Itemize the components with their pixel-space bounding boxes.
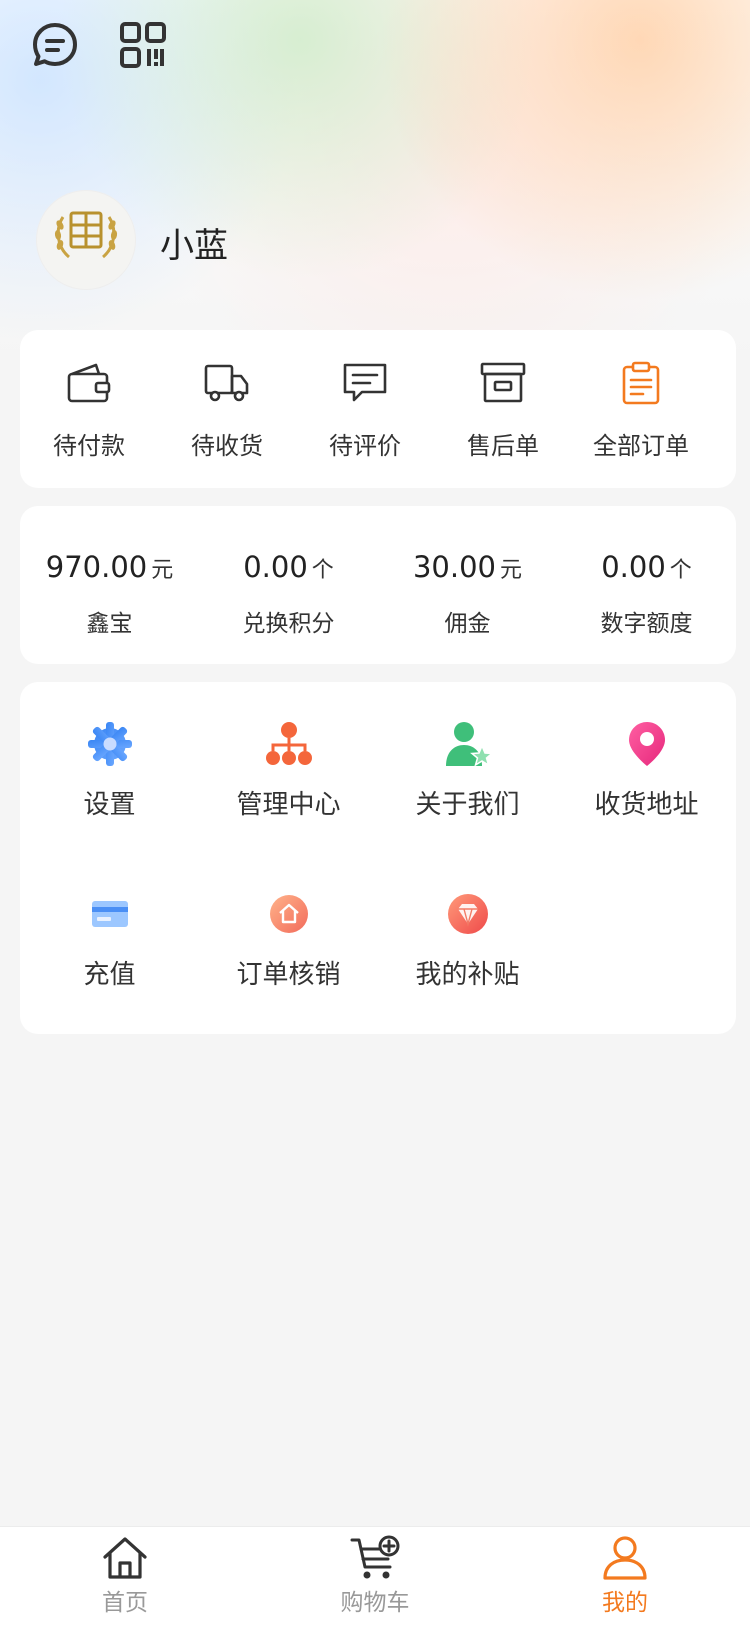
service-about-us[interactable]: 关于我们 bbox=[378, 718, 557, 821]
asset-label: 兑换积分 bbox=[242, 611, 335, 637]
asset-value: 0.00 bbox=[601, 550, 666, 584]
qrcode-icon[interactable] bbox=[118, 20, 168, 70]
store-icon bbox=[269, 888, 309, 940]
asset-value: 0.00 bbox=[243, 550, 308, 584]
asset-digital-quota[interactable]: 0.00 个 数字额度 bbox=[557, 550, 736, 638]
asset-unit: 个 bbox=[669, 558, 692, 583]
order-item-label: 待评价 bbox=[329, 432, 401, 460]
service-shipping-address[interactable]: 收货地址 bbox=[557, 718, 736, 821]
home-icon bbox=[103, 1537, 147, 1579]
order-item-all-orders[interactable]: 全部订单 bbox=[576, 352, 706, 472]
service-label: 我的补贴 bbox=[415, 960, 520, 990]
service-label: 订单核销 bbox=[236, 960, 341, 990]
asset-label: 数字额度 bbox=[600, 611, 693, 637]
tab-mine[interactable]: 我的 bbox=[500, 1535, 750, 1617]
tab-home[interactable]: 首页 bbox=[0, 1535, 250, 1617]
gear-icon bbox=[87, 718, 133, 770]
assets-card: 970.00 元 鑫宝 0.00 个 兑换积分 30.00 元 佣金 0.00 个 数字… bbox=[20, 506, 736, 664]
asset-label: 鑫宝 bbox=[86, 611, 133, 637]
order-item-label: 待收货 bbox=[191, 432, 263, 460]
avatar[interactable] bbox=[36, 190, 136, 290]
asset-unit: 元 bbox=[151, 558, 174, 583]
order-status-card: 待付款 待收货 待评价 售后单 全部订单 bbox=[20, 330, 736, 488]
service-label: 设置 bbox=[83, 790, 136, 820]
order-item-pending-receipt[interactable]: 待收货 bbox=[162, 352, 292, 472]
asset-commission[interactable]: 30.00 元 佣金 bbox=[378, 550, 557, 638]
asset-value: 30.00 bbox=[412, 550, 496, 584]
service-label: 关于我们 bbox=[415, 790, 520, 820]
asset-label: 佣金 bbox=[444, 611, 491, 637]
order-item-label: 待付款 bbox=[53, 432, 125, 460]
service-label: 充值 bbox=[83, 960, 136, 990]
profile-header-background bbox=[0, 0, 750, 360]
asset-exchange-points[interactable]: 0.00 个 兑换积分 bbox=[199, 550, 378, 638]
tab-label: 首页 bbox=[102, 1590, 148, 1616]
service-label: 管理中心 bbox=[236, 790, 341, 820]
org-chart-icon bbox=[265, 718, 313, 770]
tab-cart[interactable]: 购物车 bbox=[250, 1535, 500, 1617]
tab-label: 购物车 bbox=[340, 1590, 410, 1616]
bottom-tab-bar: 首页 购物车 我的 bbox=[0, 1526, 750, 1625]
wallet-icon bbox=[66, 352, 112, 414]
diamond-icon bbox=[447, 888, 489, 940]
user-star-icon bbox=[444, 718, 492, 770]
service-recharge[interactable]: 充值 bbox=[20, 888, 199, 991]
service-management-center[interactable]: 管理中心 bbox=[199, 718, 378, 821]
service-my-subsidy[interactable]: 我的补贴 bbox=[378, 888, 557, 991]
user-icon bbox=[603, 1536, 647, 1580]
order-item-label: 售后单 bbox=[467, 432, 539, 460]
order-item-label: 全部订单 bbox=[593, 432, 689, 460]
services-card: 设置 管理中心 关于我们 收货地址 充值 订单核销 我的补贴 bbox=[20, 682, 736, 1034]
asset-unit: 元 bbox=[500, 558, 523, 583]
order-item-after-sales[interactable]: 售后单 bbox=[438, 352, 568, 472]
cart-icon bbox=[350, 1535, 400, 1579]
service-settings[interactable]: 设置 bbox=[20, 718, 199, 821]
service-label: 收货地址 bbox=[594, 790, 699, 820]
tab-label: 我的 bbox=[602, 1590, 648, 1616]
service-order-verification[interactable]: 订单核销 bbox=[199, 888, 378, 991]
archive-box-icon bbox=[480, 352, 526, 414]
order-item-pending-review[interactable]: 待评价 bbox=[300, 352, 430, 472]
clipboard-icon bbox=[621, 352, 661, 414]
order-item-pending-payment[interactable]: 待付款 bbox=[24, 352, 154, 472]
asset-xinbao[interactable]: 970.00 元 鑫宝 bbox=[20, 550, 199, 638]
comment-icon bbox=[342, 352, 388, 414]
message-icon[interactable] bbox=[30, 20, 80, 70]
location-pin-icon bbox=[627, 718, 667, 770]
asset-value: 970.00 bbox=[45, 550, 148, 584]
card-icon bbox=[90, 888, 130, 940]
truck-icon bbox=[204, 352, 250, 414]
username: 小蓝 bbox=[160, 226, 228, 266]
asset-unit: 个 bbox=[311, 558, 334, 583]
